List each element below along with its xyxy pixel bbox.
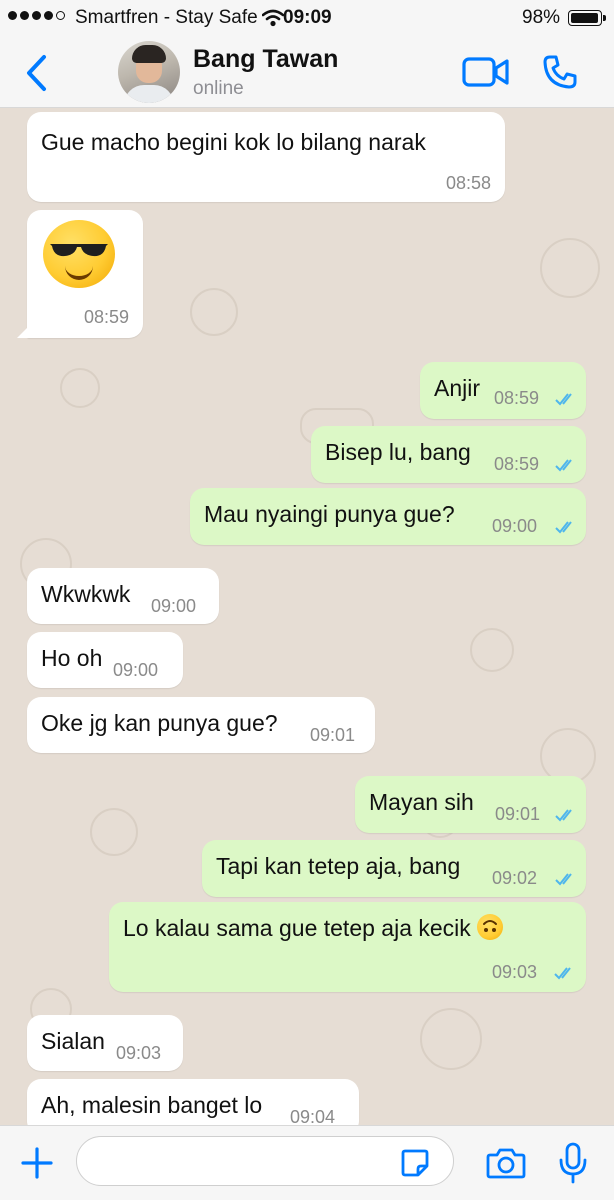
upside-down-face-icon (477, 914, 504, 940)
plus-icon[interactable] (20, 1146, 54, 1180)
message-text: Mayan sih (369, 789, 474, 815)
message-bubble-outgoing[interactable]: Mayan sih 09:01 (355, 776, 586, 833)
message-time: 09:01 (495, 804, 541, 824)
message-time: 08:58 (445, 173, 491, 193)
message-time: 09:03 (116, 1043, 162, 1063)
message-bubble-incoming[interactable]: 08:59 (27, 210, 143, 338)
contact-name[interactable]: Bang Tawan (193, 45, 338, 74)
battery-percent: 98% (522, 7, 561, 28)
wallpaper-doodle (470, 628, 514, 672)
avatar[interactable] (118, 41, 180, 103)
message-bubble-incoming[interactable]: Gue macho begini kok lo bilang narak 08:… (27, 112, 505, 202)
message-time: 09:02 (492, 868, 538, 888)
message-text: Mau nyaingi punya gue? (204, 501, 455, 527)
message-text: Anjir (434, 375, 481, 401)
camera-icon[interactable] (486, 1146, 526, 1180)
sunglasses-icon (50, 244, 108, 257)
message-bubble-outgoing[interactable]: Mau nyaingi punya gue? 09:00 (190, 488, 586, 545)
wallpaper-doodle (420, 1008, 482, 1070)
message-text: Sialan (41, 1028, 105, 1054)
message-bubble-incoming[interactable]: Oke jg kan punya gue? 09:01 (27, 697, 375, 753)
battery-tip (603, 15, 606, 21)
message-time: 09:01 (310, 725, 356, 745)
message-time: 09:00 (492, 516, 538, 536)
message-bubble-outgoing[interactable]: Lo kalau sama gue tetep aja kecik 09:03 (109, 902, 586, 992)
message-bubble-incoming[interactable]: Ho oh 09:00 (27, 632, 183, 688)
message-time: 09:00 (151, 596, 197, 616)
wallpaper-doodle (190, 288, 238, 336)
contact-status: online (193, 78, 244, 99)
message-text: Wkwkwk (41, 581, 131, 607)
message-time: 09:00 (113, 660, 159, 680)
message-bubble-outgoing[interactable]: Bisep lu, bang 08:59 (311, 426, 586, 483)
message-text: Ah, malesin banget lo (41, 1092, 263, 1118)
battery-icon (568, 10, 602, 26)
microphone-icon[interactable] (558, 1142, 588, 1184)
message-input[interactable] (76, 1136, 454, 1186)
phone-icon[interactable] (542, 54, 578, 90)
message-bubble-incoming[interactable]: Wkwkwk 09:00 (27, 568, 219, 624)
chat-thread[interactable]: Gue macho begini kok lo bilang narak 08:… (0, 108, 614, 1125)
message-time: 08:59 (494, 388, 540, 408)
message-bubble-incoming[interactable]: Ah, malesin banget lo 09:04 (27, 1079, 359, 1125)
read-receipt-icon (555, 459, 572, 472)
carrier-name: Smartfren - Stay Safe (75, 7, 258, 28)
chat-header: Bang Tawan online (0, 36, 614, 108)
message-text-content: Lo kalau sama gue tetep aja kecik (123, 915, 471, 941)
smiling-face-with-sunglasses-icon (43, 220, 115, 288)
wifi-icon (262, 9, 284, 27)
message-time: 08:59 (494, 454, 540, 474)
read-receipt-icon (555, 809, 572, 822)
message-text: Oke jg kan punya gue? (41, 710, 278, 736)
status-bar: Smartfren - Stay Safe 09:09 98% (0, 0, 614, 36)
message-time: 09:03 (492, 962, 538, 982)
message-bubble-incoming[interactable]: Sialan 09:03 (27, 1015, 183, 1071)
message-time: 09:04 (290, 1107, 336, 1125)
wallpaper-doodle (90, 808, 138, 856)
message-composer (0, 1125, 614, 1200)
wallpaper-doodle (60, 368, 100, 408)
sticker-icon[interactable] (400, 1148, 430, 1178)
status-time: 09:09 (283, 7, 332, 28)
signal-strength-icon (8, 11, 65, 20)
video-camera-icon[interactable] (462, 56, 510, 88)
message-text: Ho oh (41, 645, 103, 671)
message-text: Tapi kan tetep aja, bang (216, 853, 461, 879)
message-bubble-outgoing[interactable]: Anjir 08:59 (420, 362, 586, 419)
message-text: Lo kalau sama gue tetep aja kecik (123, 914, 504, 942)
wallpaper-doodle (540, 238, 600, 298)
back-chevron-icon[interactable] (24, 54, 48, 92)
bubble-tail (17, 326, 29, 338)
read-receipt-icon (555, 873, 572, 886)
read-receipt-icon (555, 393, 572, 406)
message-bubble-outgoing[interactable]: Tapi kan tetep aja, bang 09:02 (202, 840, 586, 897)
battery-level-fill (570, 12, 598, 23)
message-time: 08:59 (83, 307, 129, 327)
message-text: Gue macho begini kok lo bilang narak (41, 129, 426, 155)
read-receipt-icon (555, 521, 572, 534)
message-text: Bisep lu, bang (325, 439, 471, 465)
read-receipt-icon (554, 967, 571, 980)
